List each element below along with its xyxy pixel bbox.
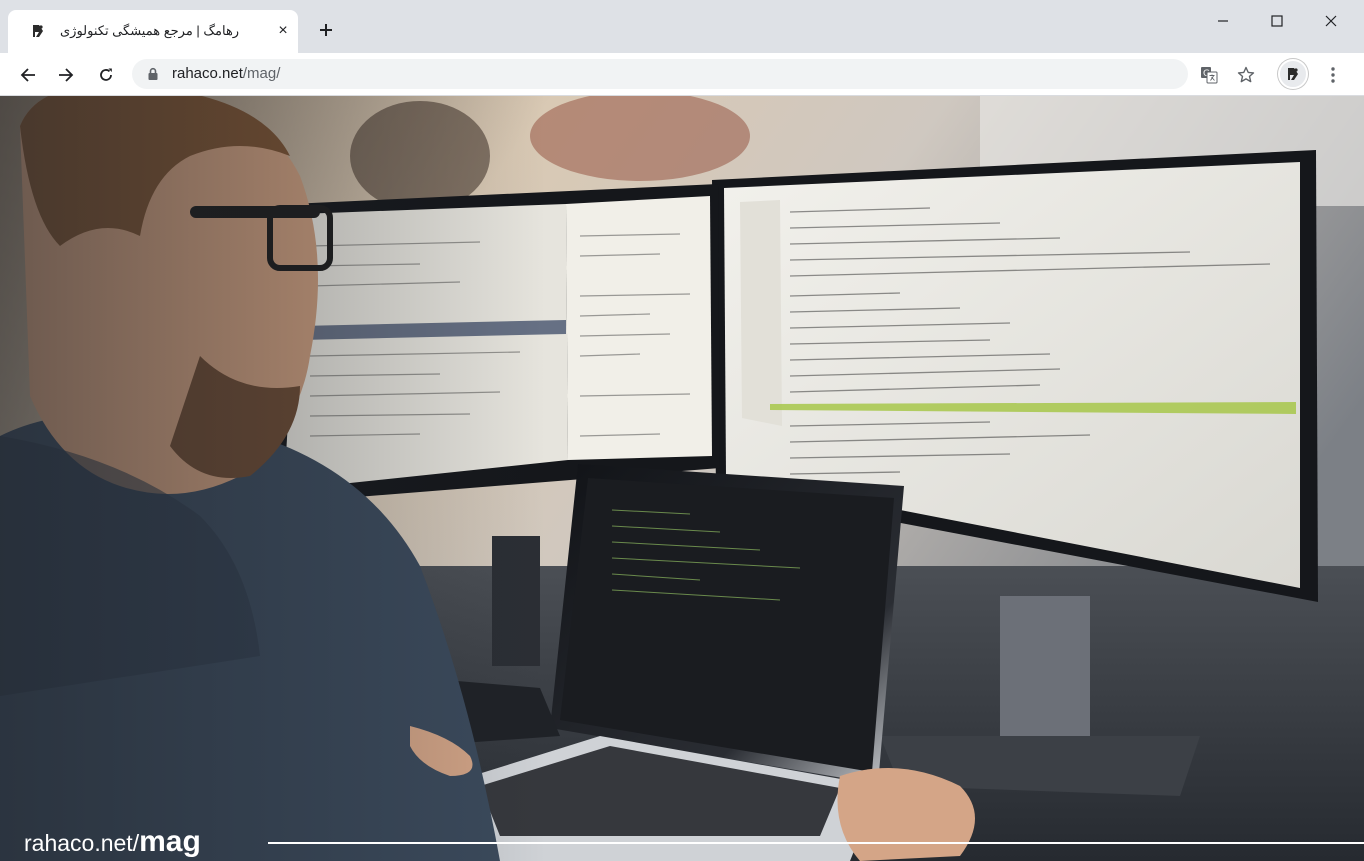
reload-icon xyxy=(100,68,112,81)
forward-icon xyxy=(59,68,74,82)
minimize-button[interactable] xyxy=(1200,6,1246,36)
tab-strip: رهامگ | مرجع همیشگی تکنولوژی × xyxy=(0,0,1364,53)
maximize-icon xyxy=(1271,15,1283,27)
close-window-button[interactable] xyxy=(1308,6,1354,36)
caption-site: rahaco.net/ xyxy=(24,830,140,856)
page-viewport: rahaco.net/mag xyxy=(0,96,1364,861)
profile-avatar[interactable] xyxy=(1278,59,1308,89)
url-path: /mag/ xyxy=(242,65,281,82)
bookmark-star-icon xyxy=(1237,66,1255,83)
url-host: rahaco.net xyxy=(172,65,243,82)
tab-active[interactable]: رهامگ | مرجع همیشگی تکنولوژی × xyxy=(8,10,298,53)
back-button[interactable] xyxy=(14,61,42,89)
lock-icon xyxy=(148,67,158,80)
site-caption: rahaco.net/mag xyxy=(24,824,201,860)
maximize-button[interactable] xyxy=(1254,6,1300,36)
close-icon xyxy=(1325,15,1337,27)
caption-section: mag xyxy=(139,825,201,858)
plus-icon xyxy=(320,24,332,36)
profile-rahaco-icon xyxy=(1288,68,1298,80)
menu-button[interactable] xyxy=(1320,62,1346,88)
minimize-icon xyxy=(1218,20,1228,22)
bookmark-button[interactable] xyxy=(1233,62,1259,88)
tab-close-icon[interactable]: × xyxy=(274,22,292,40)
tab-title: رهامگ | مرجع همیشگی تکنولوژی xyxy=(60,23,240,38)
reload-button[interactable] xyxy=(92,61,120,89)
forward-button[interactable] xyxy=(52,61,80,89)
hero-image xyxy=(0,96,1364,861)
menu-kebab-icon xyxy=(1331,67,1335,83)
url-text: rahaco.net/mag/ xyxy=(172,66,280,82)
caption-divider xyxy=(268,842,1364,844)
address-bar[interactable]: rahaco.net/mag/ xyxy=(132,59,1188,89)
translate-icon: G xyxy=(1201,67,1218,84)
rahaco-logo-icon xyxy=(30,23,46,39)
translate-button[interactable]: G xyxy=(1196,62,1222,88)
back-icon xyxy=(20,68,35,82)
browser-toolbar: rahaco.net/mag/ G xyxy=(0,53,1364,96)
new-tab-button[interactable] xyxy=(314,18,338,42)
